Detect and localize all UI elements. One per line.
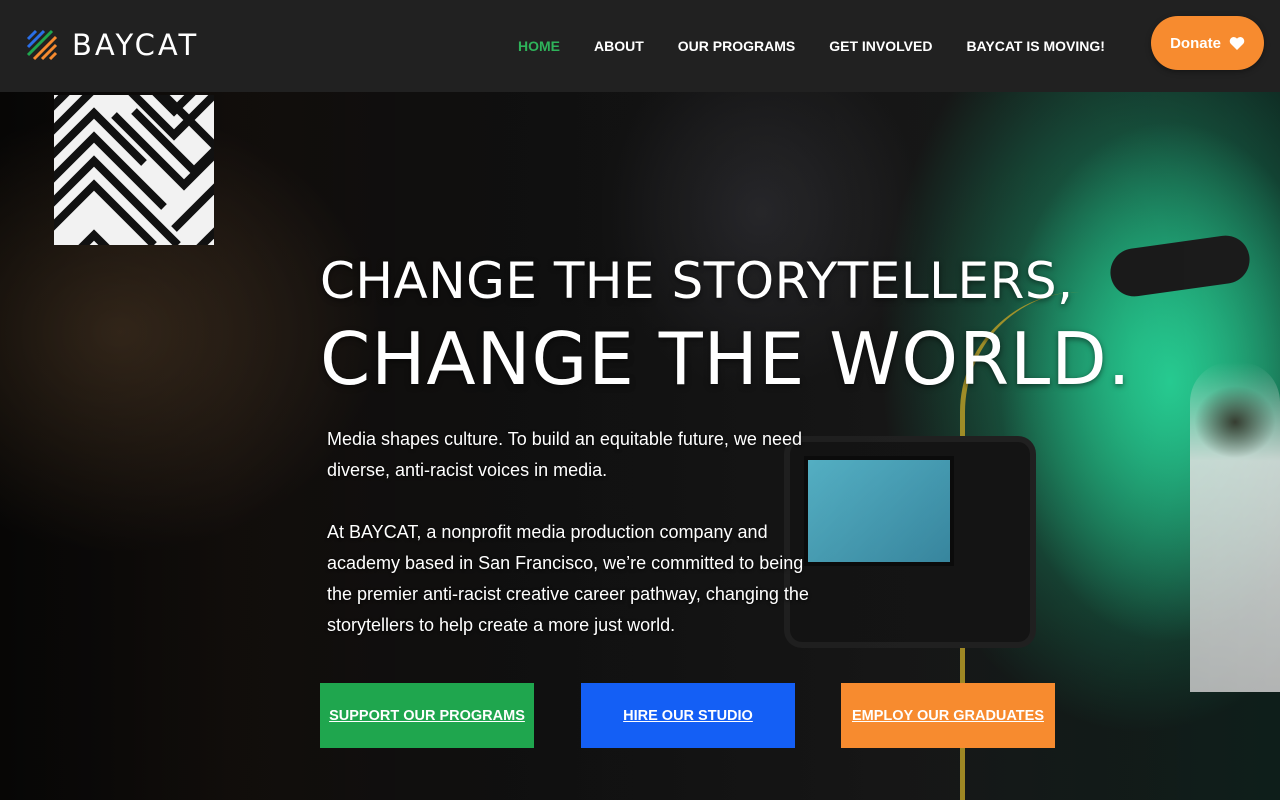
baycat-logo-mark-icon [26, 29, 58, 61]
donate-button[interactable]: Donate [1151, 16, 1264, 70]
hero-paragraph-2: At BAYCAT, a nonprofit media production … [327, 522, 809, 635]
hero-paragraph-1: Media shapes culture. To build an equita… [327, 429, 802, 480]
nav-item-about[interactable]: ABOUT [594, 38, 644, 54]
hero-headline-line1: CHANGE THE STORYTELLERS, [320, 252, 1074, 310]
main-nav: HOME ABOUT OUR PROGRAMS GET INVOLVED BAY… [518, 38, 1139, 54]
support-our-programs-button[interactable]: SUPPORT OUR PROGRAMS [320, 683, 534, 748]
brand-name: BAYCAT [72, 28, 200, 62]
heart-icon [1229, 36, 1245, 50]
hero-headline-line2: CHANGE THE WORLD. [320, 317, 1132, 401]
site-header: BAYCAT HOME ABOUT OUR PROGRAMS GET INVOL… [0, 0, 1280, 92]
hire-our-studio-button[interactable]: HIRE OUR STUDIO [581, 683, 795, 748]
nav-item-get-involved[interactable]: GET INVOLVED [829, 38, 932, 54]
nav-item-our-programs[interactable]: OUR PROGRAMS [678, 38, 795, 54]
donate-label: Donate [1170, 34, 1221, 52]
hero-copy: Media shapes culture. To build an equita… [327, 424, 827, 641]
baycat-pattern-graphic [54, 95, 214, 245]
nav-item-baycat-is-moving[interactable]: BAYCAT IS MOVING! [966, 38, 1104, 54]
baycat-logo[interactable]: BAYCAT [26, 28, 199, 62]
employ-our-graduates-button[interactable]: EMPLOY OUR GRADUATES [841, 683, 1055, 748]
nav-item-home[interactable]: HOME [518, 38, 560, 54]
hero-section: CHANGE THE STORYTELLERS, CHANGE THE WORL… [0, 92, 1280, 800]
